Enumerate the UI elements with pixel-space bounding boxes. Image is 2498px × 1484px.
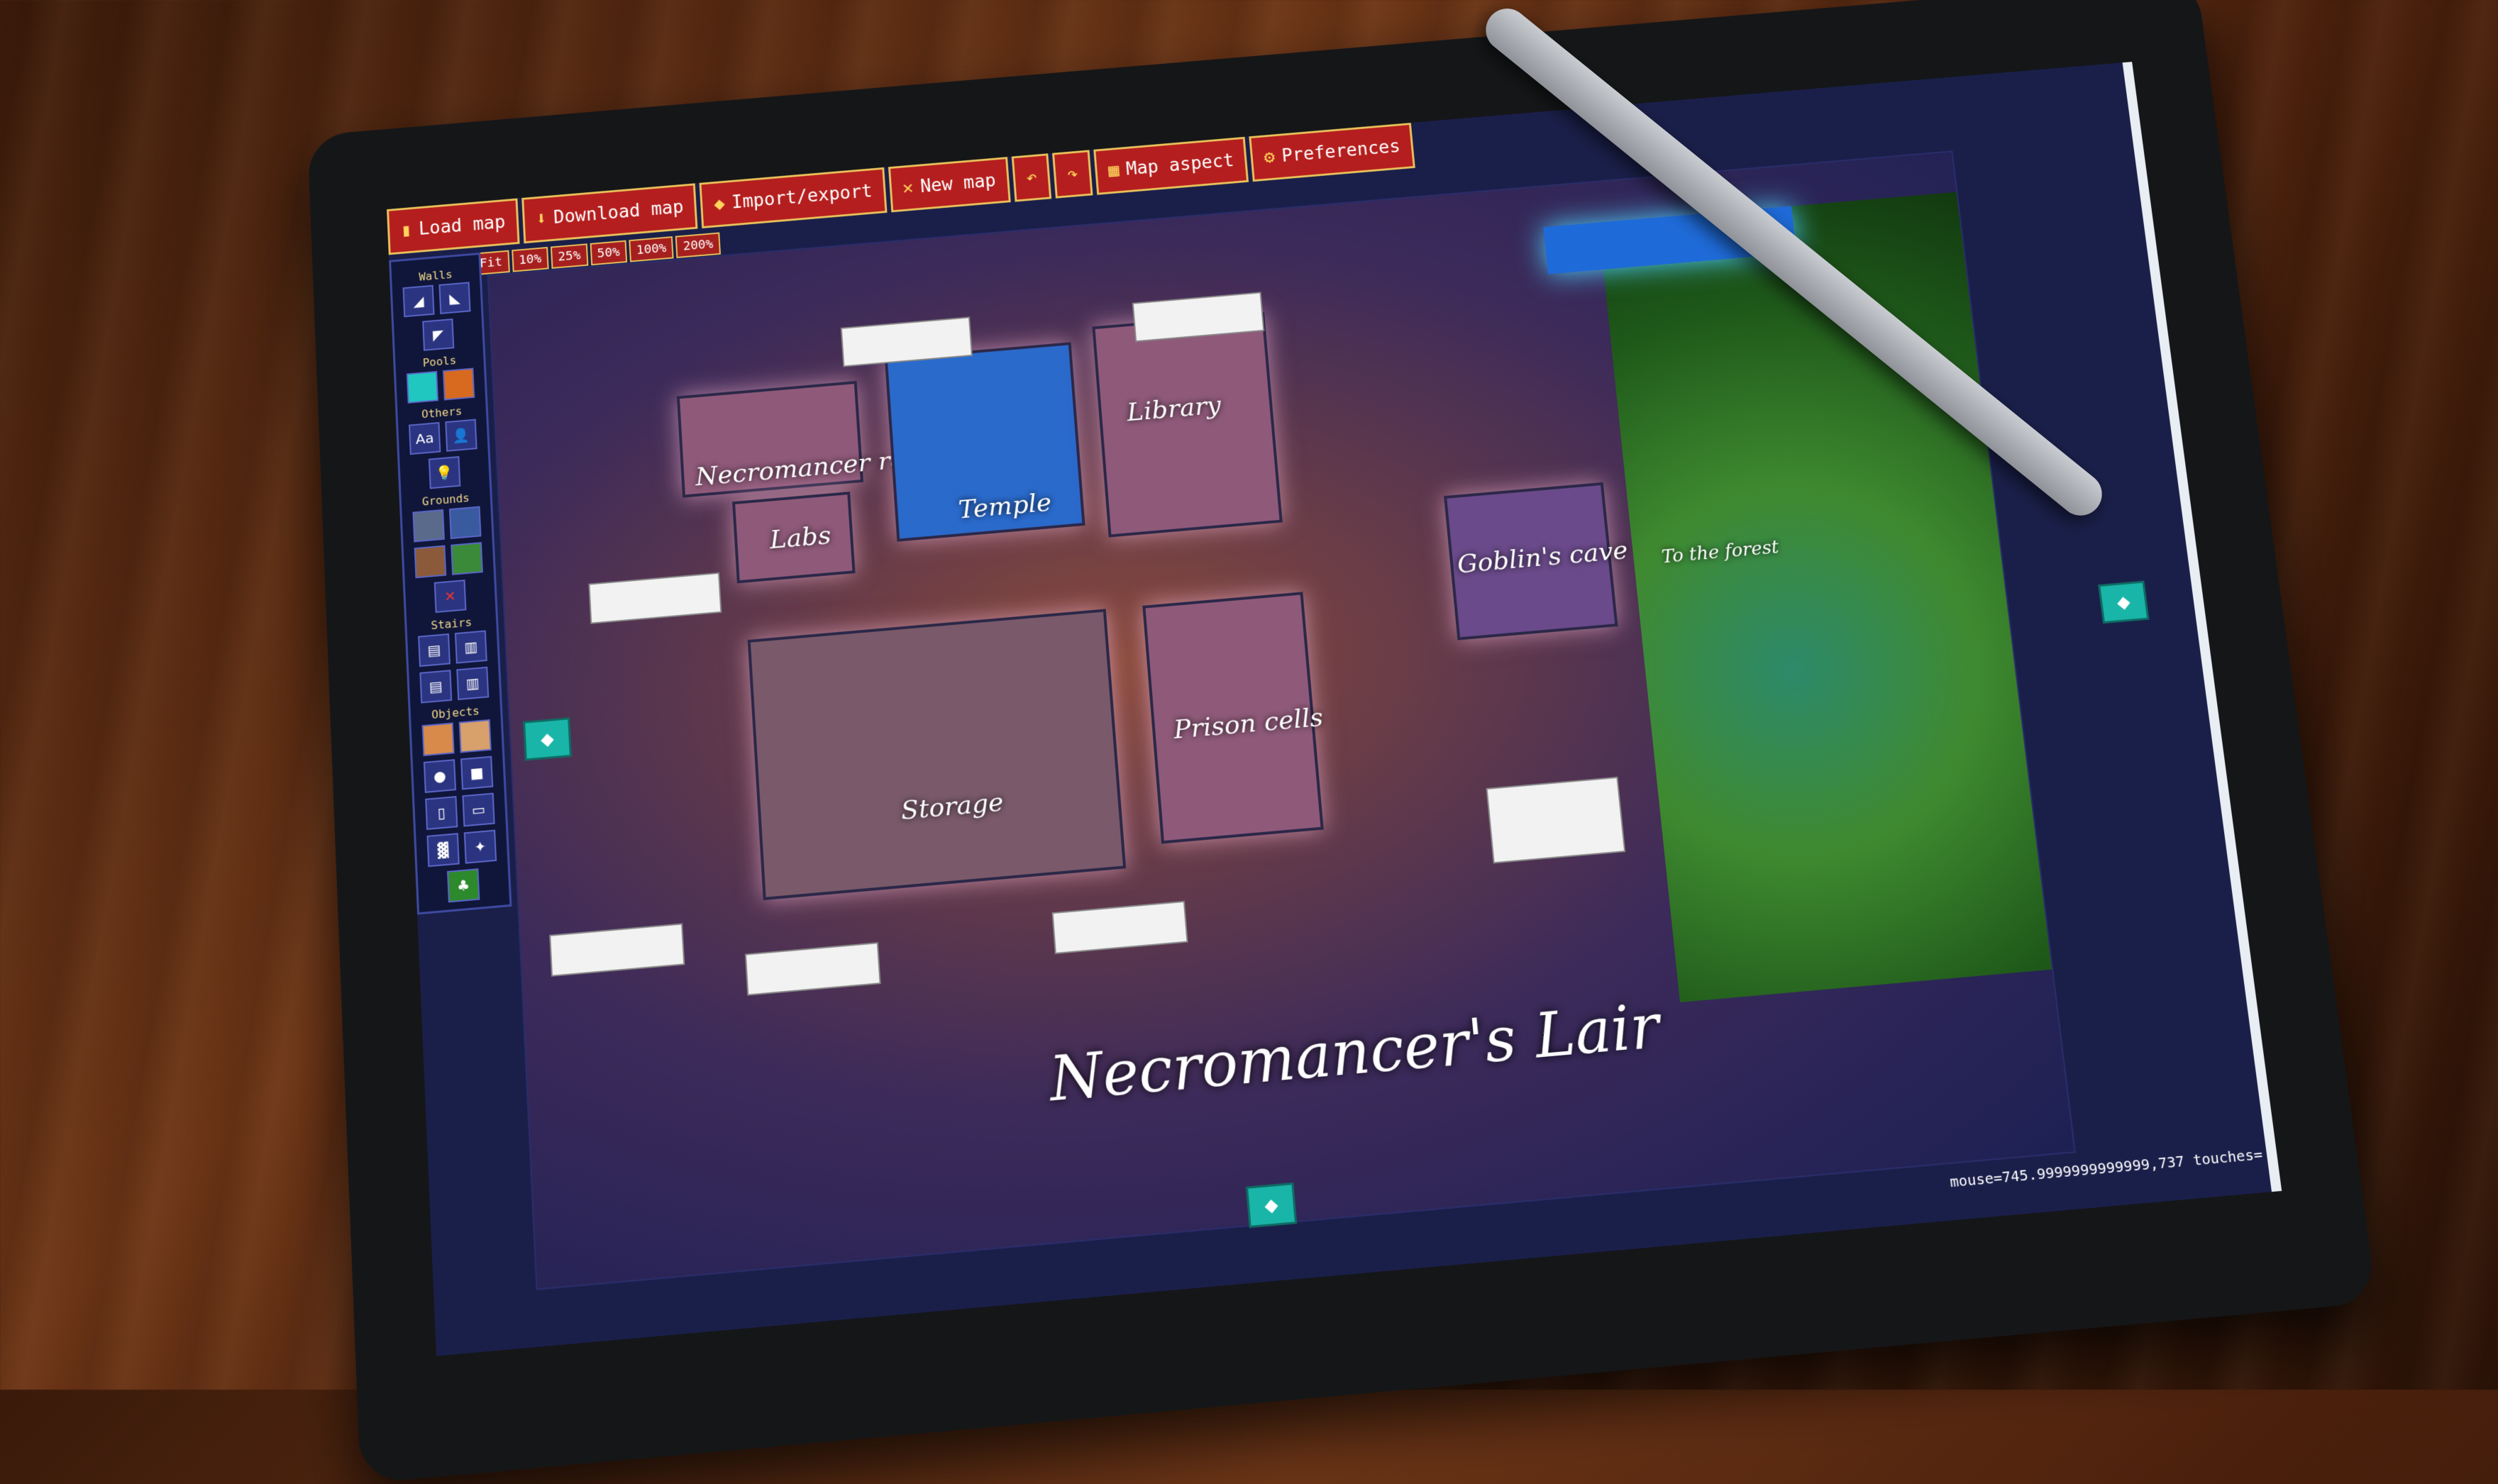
- zoom-10-button[interactable]: 10%: [511, 246, 549, 272]
- wall-tool-2[interactable]: ◣: [438, 282, 471, 314]
- annotation-note[interactable]: [1051, 900, 1188, 955]
- expand-down-button[interactable]: ◆: [1245, 1182, 1298, 1229]
- download-map-label: Download map: [553, 196, 685, 228]
- tree-icon[interactable]: ♣: [446, 868, 480, 903]
- diamond-icon: ◆: [540, 729, 555, 750]
- annotation-note[interactable]: [588, 572, 722, 624]
- wall-tool-3[interactable]: ◤: [422, 319, 455, 351]
- annotation-note[interactable]: [744, 942, 881, 996]
- person-icon[interactable]: 👤: [445, 419, 477, 452]
- x-icon: ✕: [902, 177, 914, 199]
- preferences-label: Preferences: [1281, 136, 1401, 167]
- chest-tool[interactable]: ■: [460, 755, 494, 790]
- table-tool[interactable]: [458, 719, 492, 753]
- download-map-button[interactable]: ⬇ Download map: [521, 183, 698, 244]
- text-tool[interactable]: Aa: [409, 421, 441, 455]
- crate-tool[interactable]: [421, 722, 455, 757]
- stone-ground-tool[interactable]: [412, 509, 445, 543]
- storage-room: [747, 609, 1127, 901]
- labs-label: Labs: [768, 521, 832, 555]
- water-pool-tool[interactable]: [406, 370, 439, 404]
- redo-button[interactable]: ↷: [1052, 150, 1093, 199]
- grass-ground-tool[interactable]: [451, 542, 483, 575]
- diamond-icon: ◆: [1264, 1194, 1279, 1217]
- undo-button[interactable]: ↶: [1011, 153, 1052, 202]
- load-map-label: Load map: [418, 212, 507, 240]
- lava-pool-tool[interactable]: [443, 367, 475, 401]
- tablet-device: ▮ Load map ⬇ Download map ◆ Import/expor…: [307, 0, 2377, 1484]
- stairs-tool-1[interactable]: ▤: [418, 633, 451, 668]
- download-icon: ⬇: [535, 209, 548, 230]
- new-map-button[interactable]: ✕ New map: [888, 157, 1011, 213]
- dirt-ground-tool[interactable]: [414, 545, 447, 579]
- stairs-tool-3[interactable]: ▤: [419, 670, 453, 704]
- folder-icon: ▮: [400, 220, 412, 241]
- tile-ground-tool[interactable]: [448, 506, 482, 540]
- erase-ground-icon[interactable]: ✕: [433, 580, 467, 614]
- expand-right-button[interactable]: ◆: [2098, 580, 2150, 624]
- shelf-tool[interactable]: ▯: [425, 796, 458, 830]
- stairs-tool-2[interactable]: ▥: [454, 630, 487, 664]
- redo-icon: ↷: [1066, 163, 1079, 185]
- undo-icon: ↶: [1025, 167, 1038, 189]
- annotation-note[interactable]: [549, 923, 685, 977]
- preferences-button[interactable]: ⚙ Preferences: [1249, 123, 1415, 182]
- import-export-button[interactable]: ◆ Import/export: [699, 167, 888, 228]
- image-icon: ▦: [1107, 160, 1120, 182]
- wall-tool-1[interactable]: ◢: [402, 284, 435, 318]
- map-aspect-button[interactable]: ▦ Map aspect: [1093, 136, 1249, 195]
- diamond-icon: ◆: [713, 193, 726, 215]
- light-icon[interactable]: 💡: [428, 455, 461, 489]
- diamond-icon: ◆: [2116, 592, 2132, 613]
- zoom-200-button[interactable]: 200%: [675, 232, 721, 258]
- new-map-label: New map: [919, 170, 997, 197]
- library-room: [1092, 311, 1283, 538]
- rubble-tool[interactable]: ▓: [426, 833, 460, 868]
- stairs-tool-4[interactable]: ▥: [456, 666, 490, 701]
- bed-tool[interactable]: ▭: [462, 792, 495, 827]
- map-aspect-label: Map aspect: [1125, 150, 1235, 180]
- zoom-50-button[interactable]: 50%: [590, 240, 628, 266]
- barrel-tool[interactable]: ●: [423, 759, 457, 793]
- zoom-100-button[interactable]: 100%: [629, 236, 675, 262]
- annotation-note[interactable]: [1486, 776, 1626, 864]
- load-map-button[interactable]: ▮ Load map: [387, 198, 520, 255]
- gear-icon: ⚙: [1263, 147, 1276, 168]
- zoom-25-button[interactable]: 25%: [550, 243, 588, 269]
- map-title: Necromancer's Lair: [1046, 990, 1663, 1115]
- bones-tool[interactable]: ✦: [463, 829, 497, 864]
- expand-left-button[interactable]: ◆: [523, 717, 572, 761]
- import-export-label: Import/export: [731, 181, 873, 214]
- app-screen: ▮ Load map ⬇ Download map ◆ Import/expor…: [387, 62, 2282, 1356]
